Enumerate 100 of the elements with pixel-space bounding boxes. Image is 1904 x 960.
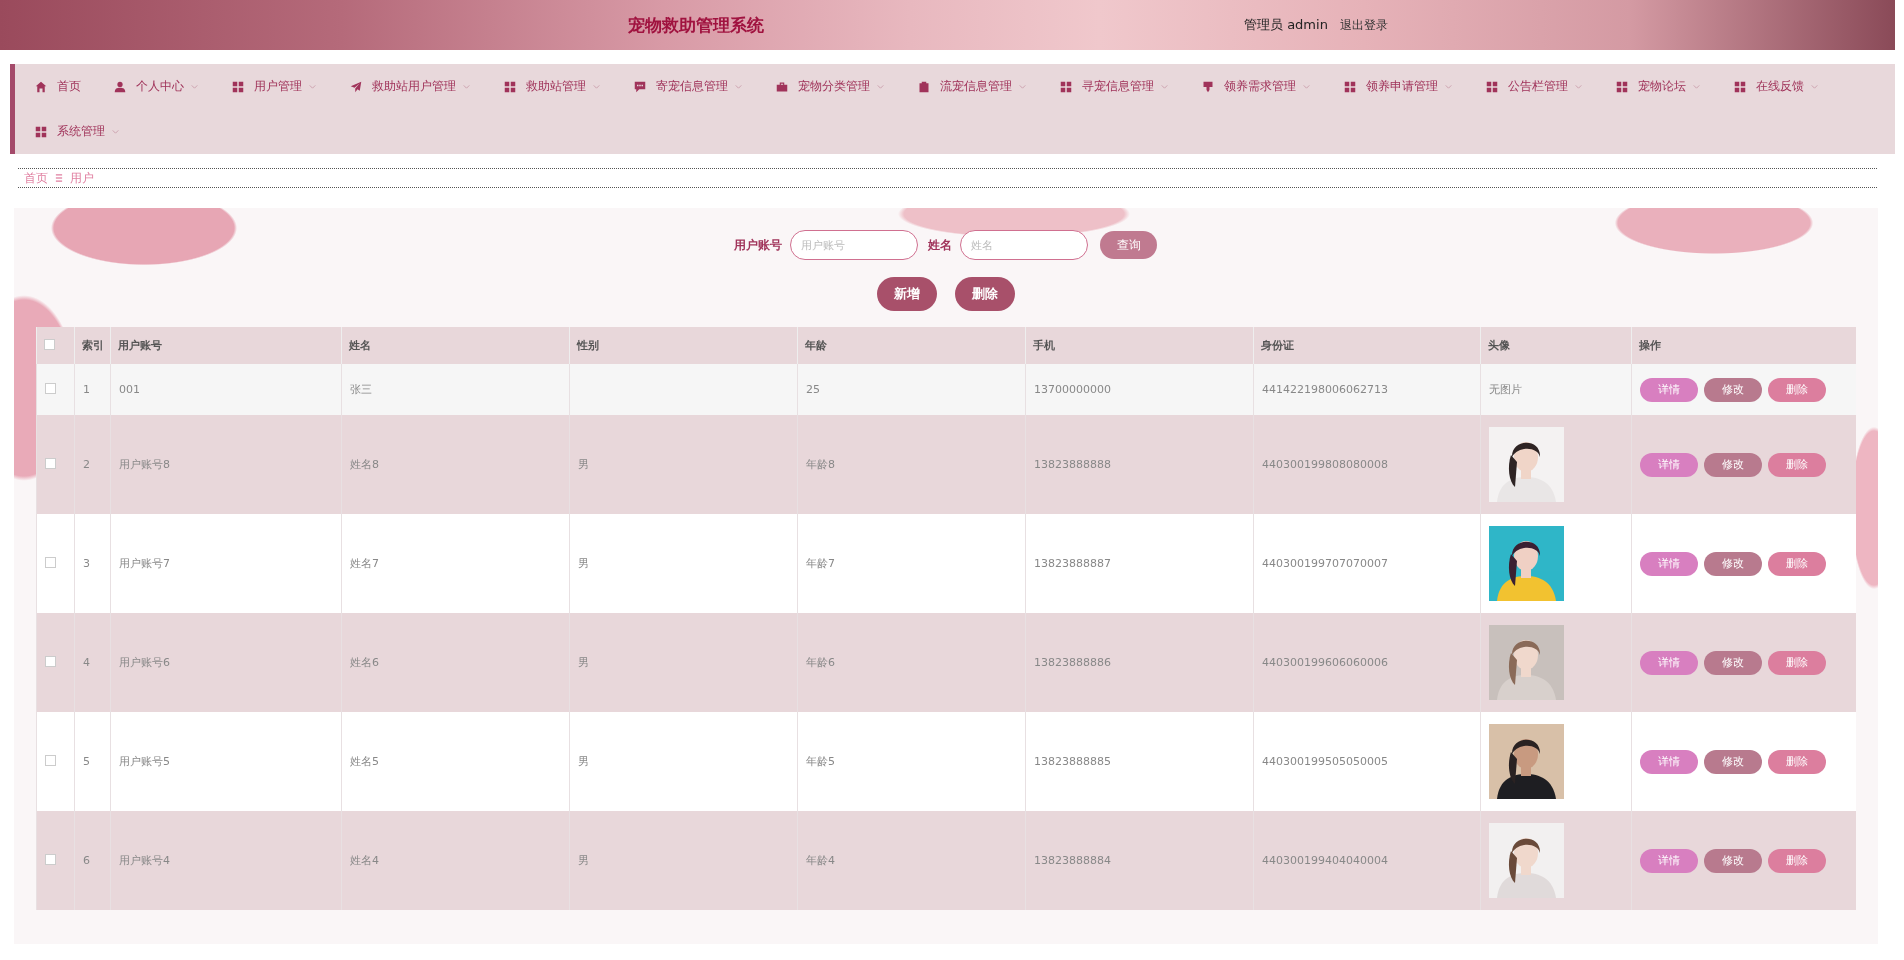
delete-button[interactable]: 删除 bbox=[954, 277, 1015, 311]
nav-item[interactable]: 宠物论坛 bbox=[1616, 64, 1701, 109]
breadcrumb-link[interactable]: 用户 bbox=[70, 169, 94, 187]
table-cell: 25 bbox=[806, 383, 820, 396]
column-header: 身份证 bbox=[1253, 327, 1481, 364]
delete-button[interactable]: 删除 bbox=[1768, 650, 1826, 675]
table-cell: 4 bbox=[83, 656, 90, 669]
details-button[interactable]: 详情 bbox=[1640, 650, 1698, 675]
chat-icon bbox=[634, 80, 646, 93]
edit-button[interactable]: 修改 bbox=[1704, 650, 1762, 675]
nav-item[interactable]: 系统管理 bbox=[35, 109, 120, 154]
home-icon bbox=[35, 80, 47, 93]
table-cell: 男 bbox=[578, 458, 589, 471]
table-cell: 无图片 bbox=[1489, 383, 1522, 396]
edit-button[interactable]: 修改 bbox=[1704, 377, 1762, 402]
table-cell: 用户账号6 bbox=[119, 656, 170, 669]
table-cell: 440300199707070007 bbox=[1262, 557, 1388, 570]
table-cell: 用户账号7 bbox=[119, 557, 170, 570]
table-cell: 13700000000 bbox=[1034, 383, 1111, 396]
table-cell: 年龄4 bbox=[806, 854, 835, 867]
field-label: 用户账号 bbox=[734, 236, 782, 254]
checkbox[interactable] bbox=[45, 457, 56, 469]
grid-icon bbox=[504, 80, 516, 93]
column-header: 操作 bbox=[1631, 327, 1856, 364]
edit-button[interactable]: 修改 bbox=[1704, 749, 1762, 774]
table-cell: 13823888886 bbox=[1034, 656, 1111, 669]
table-cell: 姓名4 bbox=[350, 854, 379, 867]
details-button[interactable]: 详情 bbox=[1640, 551, 1698, 576]
nav-item[interactable]: 用户管理 bbox=[232, 64, 317, 109]
edit-button[interactable]: 修改 bbox=[1704, 551, 1762, 576]
nav-item[interactable]: 流宠信息管理 bbox=[918, 64, 1027, 109]
nav-item[interactable]: 寻宠信息管理 bbox=[1060, 64, 1169, 109]
clipboard-icon bbox=[918, 80, 930, 93]
nav-item[interactable]: 领养申请管理 bbox=[1344, 64, 1453, 109]
delete-button[interactable]: 删除 bbox=[1768, 749, 1826, 774]
table-cell: 440300199505050005 bbox=[1262, 755, 1388, 768]
nav-item[interactable]: 公告栏管理 bbox=[1486, 64, 1583, 109]
table-cell: 13823888884 bbox=[1034, 854, 1111, 867]
search-button[interactable]: 查询 bbox=[1100, 231, 1157, 259]
briefcase-icon bbox=[776, 80, 788, 93]
table-cell: 年龄7 bbox=[806, 557, 835, 570]
delete-button[interactable]: 删除 bbox=[1768, 452, 1826, 477]
grid-icon bbox=[35, 125, 47, 138]
table-cell: 姓名8 bbox=[350, 458, 379, 471]
edit-button[interactable]: 修改 bbox=[1704, 848, 1762, 873]
separator-icon bbox=[54, 173, 64, 183]
table-cell: 姓名7 bbox=[350, 557, 379, 570]
delete-button[interactable]: 删除 bbox=[1768, 377, 1826, 402]
table-cell: 441422198006062713 bbox=[1262, 383, 1388, 396]
table-cell: 440300199404040004 bbox=[1262, 854, 1388, 867]
nav-item[interactable]: 救助站管理 bbox=[504, 64, 601, 109]
column-header: 姓名 bbox=[341, 327, 570, 364]
nav-item[interactable]: 宠物分类管理 bbox=[776, 64, 885, 109]
details-button[interactable]: 详情 bbox=[1640, 749, 1698, 774]
details-button[interactable]: 详情 bbox=[1640, 848, 1698, 873]
checkbox[interactable] bbox=[45, 655, 56, 667]
column-header: 手机 bbox=[1025, 327, 1254, 364]
table-cell: 6 bbox=[83, 854, 90, 867]
breadcrumb-link[interactable]: 首页 bbox=[24, 169, 48, 187]
checkbox[interactable] bbox=[45, 382, 56, 394]
details-button[interactable]: 详情 bbox=[1640, 377, 1698, 402]
nav-item[interactable]: 首页 bbox=[35, 64, 81, 109]
checkbox[interactable] bbox=[45, 853, 56, 865]
table-cell: 2 bbox=[83, 458, 90, 471]
column-header: 头像 bbox=[1480, 327, 1632, 364]
add-button[interactable]: 新增 bbox=[876, 277, 937, 311]
table-cell: 姓名6 bbox=[350, 656, 379, 669]
table-cell: 001 bbox=[119, 383, 140, 396]
person-icon bbox=[114, 80, 126, 93]
table-cell: 5 bbox=[83, 755, 90, 768]
nav-item[interactable]: 救助站用户管理 bbox=[350, 64, 471, 109]
table-cell: 1 bbox=[83, 383, 90, 396]
grid-icon bbox=[1616, 80, 1628, 93]
checkbox[interactable] bbox=[44, 338, 55, 350]
checkbox[interactable] bbox=[45, 556, 56, 568]
grid-icon bbox=[1060, 80, 1072, 93]
table-cell: 年龄5 bbox=[806, 755, 835, 768]
logout-link[interactable]: 退出登录 bbox=[1339, 16, 1388, 34]
nav-item[interactable]: 在线反馈 bbox=[1734, 64, 1819, 109]
grid-icon bbox=[1734, 80, 1746, 93]
search-field[interactable]: 姓名 bbox=[960, 230, 1088, 260]
table-cell: 用户账号5 bbox=[119, 755, 170, 768]
grid-icon bbox=[1344, 80, 1356, 93]
details-button[interactable]: 详情 bbox=[1640, 452, 1698, 477]
column-header: 用户账号 bbox=[110, 327, 342, 364]
nav-item[interactable]: 领养需求管理 bbox=[1202, 64, 1311, 109]
grid-icon bbox=[1486, 80, 1498, 93]
table-cell: 男 bbox=[578, 557, 589, 570]
table-cell: 13823888888 bbox=[1034, 458, 1111, 471]
nav-item[interactable]: 寄宠信息管理 bbox=[634, 64, 743, 109]
edit-button[interactable]: 修改 bbox=[1704, 452, 1762, 477]
table-cell: 440300199808080008 bbox=[1262, 458, 1388, 471]
delete-button[interactable]: 删除 bbox=[1768, 848, 1826, 873]
delete-button[interactable]: 删除 bbox=[1768, 551, 1826, 576]
nav-item[interactable]: 个人中心 bbox=[114, 64, 199, 109]
checkbox[interactable] bbox=[45, 754, 56, 766]
pin-icon bbox=[1202, 80, 1214, 93]
table-cell: 男 bbox=[578, 854, 589, 867]
column-header: 性别 bbox=[569, 327, 798, 364]
table-cell: 年龄6 bbox=[806, 656, 835, 669]
